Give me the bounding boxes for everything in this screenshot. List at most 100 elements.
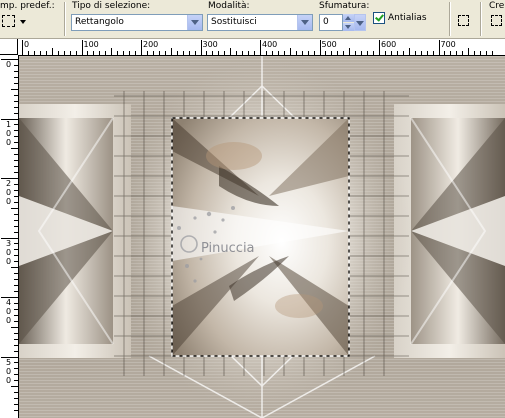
ruler-major-tick — [81, 40, 83, 55]
ruler-minor-tick — [129, 51, 131, 55]
ruler-minor-tick — [331, 51, 333, 55]
ruler-minor-tick — [212, 51, 214, 55]
ruler-minor-tick — [420, 51, 422, 55]
ruler-minor-tick — [11, 148, 18, 150]
ruler-minor-tick — [14, 255, 18, 257]
ruler-label: 200 — [143, 40, 159, 49]
ruler-minor-tick — [14, 392, 18, 394]
chevron-down-icon[interactable] — [187, 15, 202, 30]
ruler-minor-tick — [492, 51, 494, 55]
ruler-minor-tick — [450, 51, 452, 55]
ruler-minor-tick — [99, 51, 101, 55]
selection-marquee-icon — [458, 15, 469, 26]
ruler-minor-tick — [14, 70, 18, 72]
ruler-minor-tick — [14, 64, 18, 66]
ruler-minor-tick — [307, 51, 309, 55]
ruler-minor-tick — [14, 136, 18, 138]
ruler-minor-tick — [337, 51, 339, 55]
mode-select[interactable]: Sostituisci — [207, 14, 313, 31]
separator — [480, 2, 482, 36]
feather-dropdown-button[interactable] — [354, 14, 366, 31]
ruler-minor-tick — [14, 261, 18, 263]
ruler-minor-tick — [14, 273, 18, 275]
ruler-minor-tick — [14, 154, 18, 156]
ruler-minor-tick — [111, 48, 113, 55]
ruler-minor-tick — [462, 51, 464, 55]
ruler-minor-tick — [135, 51, 137, 55]
stepper-up-icon[interactable] — [343, 14, 354, 22]
ruler-label-digit: 0 — [6, 256, 12, 266]
ruler-major-tick — [379, 40, 380, 55]
ruler-minor-tick — [14, 183, 18, 185]
ruler-minor-tick — [152, 51, 154, 55]
ruler-minor-tick — [486, 51, 488, 55]
ruler-minor-tick — [146, 51, 148, 55]
ruler-label-digit: 0 — [6, 197, 12, 206]
stepper-down-icon[interactable] — [343, 23, 354, 31]
ruler-minor-tick — [51, 48, 53, 55]
ruler-major-tick — [319, 40, 321, 55]
ruler-label-digit: 0 — [6, 60, 12, 69]
chevron-down-icon[interactable] — [297, 15, 312, 30]
ruler-minor-tick — [480, 51, 482, 55]
ruler-minor-tick — [57, 51, 59, 55]
ruler-minor-tick — [248, 51, 250, 55]
feather-label: Sfumatura: — [319, 1, 370, 11]
ruler-minor-tick — [361, 51, 363, 55]
selection-from-layer-button[interactable] — [455, 12, 473, 30]
ruler-minor-tick — [349, 48, 351, 55]
antialias-label: Antialias — [388, 13, 427, 23]
ruler-label-digit: 5 — [6, 357, 12, 367]
preset-dropdown-icon[interactable] — [20, 20, 26, 24]
ruler-minor-tick — [242, 51, 244, 55]
ruler-label-digit: 0 — [6, 188, 12, 197]
ruler-minor-tick — [14, 374, 18, 376]
vertical-ruler[interactable]: 0100200300400500 — [0, 55, 19, 418]
ruler-minor-tick — [188, 51, 190, 55]
create-selection-button[interactable] — [488, 12, 505, 30]
selection-marquee-icon — [491, 15, 502, 26]
ruler-minor-tick — [14, 368, 18, 370]
antialias-checkbox[interactable] — [373, 12, 385, 24]
ruler-minor-tick — [14, 94, 18, 96]
preset-selection-icon[interactable] — [2, 15, 15, 27]
ruler-minor-tick — [69, 51, 71, 55]
ruler-minor-tick — [105, 51, 107, 55]
selection-type-select[interactable]: Rettangolo — [71, 14, 203, 31]
ruler-label-digit: 0 — [6, 128, 12, 138]
ruler-minor-tick — [182, 51, 184, 55]
watermark-text: Pinuccia — [201, 241, 255, 256]
ruler-minor-tick — [14, 398, 18, 400]
ruler-minor-tick — [355, 51, 357, 55]
mode-label: Modalità: — [208, 1, 250, 11]
ruler-minor-tick — [14, 130, 18, 132]
ruler-minor-tick — [402, 51, 404, 55]
ruler-minor-tick — [468, 48, 470, 55]
ruler-label: 0 — [24, 40, 30, 49]
ruler-minor-tick — [11, 207, 18, 209]
separator — [449, 2, 451, 36]
ruler-minor-tick — [170, 48, 172, 55]
ruler-minor-tick — [87, 51, 89, 55]
horizontal-ruler[interactable]: 0 100 200 300 400 500 600 700 — [18, 39, 505, 56]
ruler-minor-tick — [14, 243, 18, 245]
ruler-minor-tick — [283, 51, 285, 55]
feather-stepper[interactable] — [343, 14, 354, 31]
ruler-label: 100 — [83, 40, 99, 49]
selection-type-value: Rettangolo — [75, 17, 124, 27]
ruler-minor-tick — [343, 51, 345, 55]
ruler-minor-tick — [14, 219, 18, 221]
ruler-minor-tick — [265, 51, 267, 55]
ruler-minor-tick — [14, 100, 18, 102]
ruler-minor-tick — [390, 51, 392, 55]
image-canvas[interactable]: Pinuccia — [19, 56, 505, 418]
ruler-minor-tick — [14, 338, 18, 340]
ruler-minor-tick — [75, 51, 77, 55]
ruler-minor-tick — [164, 51, 166, 55]
feather-input[interactable]: 0 — [319, 14, 343, 31]
ruler-minor-tick — [93, 51, 95, 55]
ruler-minor-tick — [14, 320, 18, 322]
ruler-label-digit: 0 — [6, 247, 12, 257]
ruler-minor-tick — [456, 51, 458, 55]
ruler-minor-tick — [14, 201, 18, 203]
